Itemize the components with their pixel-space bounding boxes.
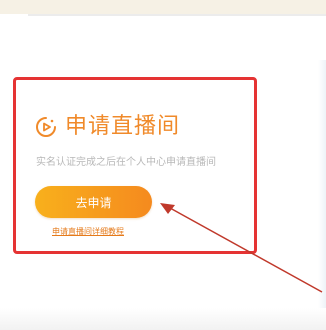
tutorial-link[interactable]: 申请直播间详细教程 <box>52 226 124 237</box>
card-title: 申请直播间 <box>65 114 181 139</box>
card-title-row: 申请直播间 <box>35 116 180 138</box>
top-divider <box>28 14 326 16</box>
live-broadcast-icon <box>36 117 56 137</box>
bottom-panel-edge <box>0 308 326 330</box>
top-bar <box>0 0 326 14</box>
apply-button[interactable]: 去申请 <box>35 186 152 218</box>
page: 申请直播间 实名认证完成之后在个人中心申请直播间 去申请 申请直播间详细教程 <box>0 0 326 330</box>
apply-live-room-card: 申请直播间 实名认证完成之后在个人中心申请直播间 去申请 申请直播间详细教程 <box>13 77 257 254</box>
card-subtitle: 实名认证完成之后在个人中心申请直播间 <box>36 157 216 168</box>
right-panel-edge <box>318 60 326 310</box>
